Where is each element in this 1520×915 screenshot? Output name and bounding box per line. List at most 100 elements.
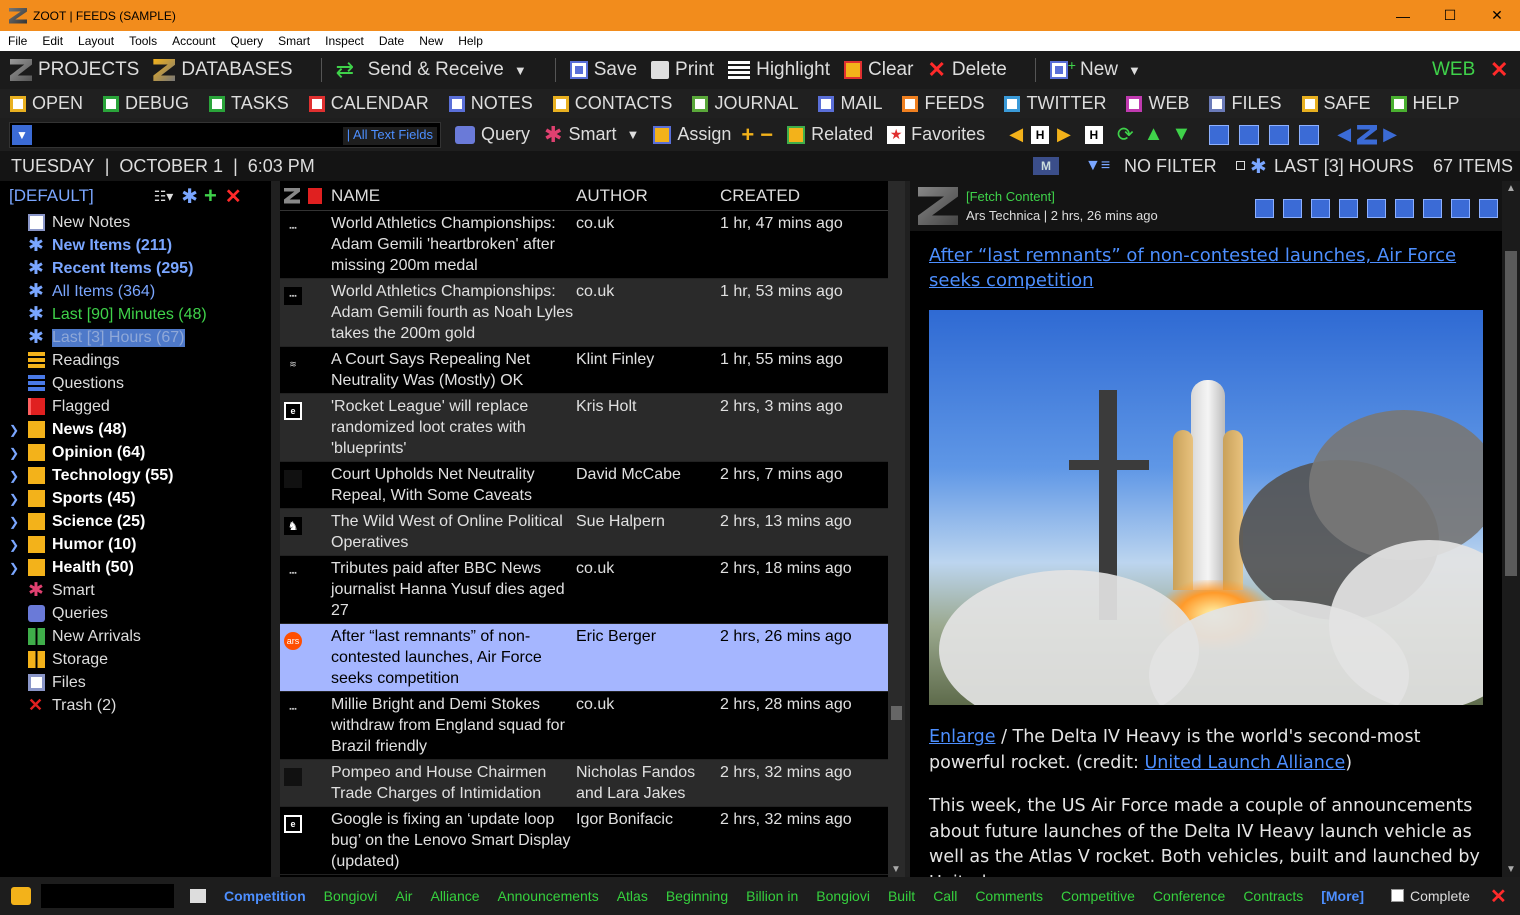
databases-button[interactable]: DATABASES xyxy=(153,59,293,81)
table-row[interactable]: e 'Rocket League' will replace randomized… xyxy=(280,394,888,462)
tag-icon[interactable] xyxy=(11,887,31,905)
mail-m-icon[interactable]: M xyxy=(1033,157,1059,175)
tree-item[interactable]: ✱ Last [90] Minutes (48) xyxy=(0,303,271,326)
tree-header-label[interactable]: [DEFAULT] xyxy=(9,186,94,206)
list-scroll-thumb[interactable] xyxy=(891,706,902,720)
filter-icon[interactable]: ▼ xyxy=(12,124,32,145)
tree-item[interactable]: ❯ News (48) xyxy=(0,418,271,441)
table-row[interactable]: ♞ The Wild West of Online Political Opera… xyxy=(280,509,888,556)
tree-item[interactable]: New Arrivals xyxy=(0,625,271,648)
module-journal[interactable]: JOURNAL xyxy=(692,93,798,114)
h-first-icon[interactable]: H xyxy=(1031,125,1050,144)
keyword-link[interactable]: Beginning xyxy=(666,888,728,904)
tree-item[interactable]: Files xyxy=(0,671,271,694)
h-menu-icon[interactable]: H xyxy=(1084,125,1103,144)
table-row[interactable]: ars After “last remnants” of non-conteste… xyxy=(280,624,888,692)
reader-scroll-down-icon[interactable]: ▼ xyxy=(1506,864,1516,875)
keyword-link[interactable]: Alliance xyxy=(430,888,479,904)
tree-item[interactable]: ✱ Smart xyxy=(0,579,271,602)
tree-item[interactable]: New Notes xyxy=(0,211,271,234)
reader-scroll-up-icon[interactable]: ▲ xyxy=(1506,183,1516,194)
clear-button[interactable]: Clear xyxy=(844,59,913,81)
keyword-comment-icon[interactable] xyxy=(190,889,206,903)
menu-item-new[interactable]: New xyxy=(411,34,450,48)
module-feeds[interactable]: FEEDS xyxy=(902,93,984,114)
module-contacts[interactable]: CONTACTS xyxy=(552,93,672,114)
menu-item-layout[interactable]: Layout xyxy=(70,34,121,48)
chevron-down-icon[interactable]: ▼ xyxy=(514,63,527,78)
chevron-right-icon[interactable]: ❯ xyxy=(9,515,19,529)
assign-add-icon[interactable]: + xyxy=(741,122,754,148)
keyword-link[interactable]: Atlas xyxy=(617,888,648,904)
down-arrow-icon[interactable]: ▼ xyxy=(1171,123,1191,146)
module-twitter[interactable]: TWITTER xyxy=(1004,93,1106,114)
module-open[interactable]: OPEN xyxy=(10,93,83,114)
menu-item-account[interactable]: Account xyxy=(164,34,222,48)
table-row[interactable]: e Google is fixing an ‘update loop bug’ o… xyxy=(280,807,888,875)
reader-list-icon[interactable] xyxy=(1451,199,1470,218)
tree-item[interactable]: ❯ Opinion (64) xyxy=(0,441,271,464)
scroll-down-icon[interactable]: ▼ xyxy=(891,864,901,875)
chevron-down-icon[interactable]: ▼ xyxy=(626,127,639,142)
chevron-right-icon[interactable]: ❯ xyxy=(9,469,19,483)
table-row[interactable]: ▪▪▪ Millie Bright and Demi Stokes withdra… xyxy=(280,692,888,760)
keyword-link[interactable]: Bongiovi xyxy=(816,888,870,904)
table-row[interactable]: ▪▪▪ Tributes paid after BBC News journali… xyxy=(280,556,888,624)
search-scope-label[interactable]: | All Text Fields xyxy=(342,126,437,145)
layout-grid-icon[interactable] xyxy=(1209,124,1230,145)
new-button[interactable]: + New ▼ xyxy=(1049,57,1141,81)
save-button[interactable]: Save xyxy=(569,59,637,81)
zoot-nav-icon[interactable] xyxy=(1357,124,1378,145)
tree-item[interactable]: ✱ New Items (211) xyxy=(0,234,271,257)
keyword-more-link[interactable]: [More] xyxy=(1321,888,1364,904)
send-receive-button[interactable]: ⇄ Send & Receive ▼ xyxy=(336,59,527,81)
module-notes[interactable]: NOTES xyxy=(448,93,533,114)
tree-item[interactable]: ❯ Humor (10) xyxy=(0,533,271,556)
nav-forward-icon[interactable]: ▶ xyxy=(1383,124,1397,145)
keyword-link[interactable]: Billion in xyxy=(746,888,798,904)
module-safe[interactable]: SAFE xyxy=(1301,93,1371,114)
tree-item[interactable]: ✱ Last [3] Hours (67) xyxy=(0,326,271,349)
module-files[interactable]: FILES xyxy=(1209,93,1282,114)
menu-item-edit[interactable]: Edit xyxy=(34,34,70,48)
filter-lines-icon[interactable]: ▼≡ xyxy=(1085,157,1110,175)
menu-item-smart[interactable]: Smart xyxy=(270,34,317,48)
tree-item[interactable]: Questions xyxy=(0,372,271,395)
left-splitter[interactable] xyxy=(271,181,280,877)
keyword-link[interactable]: Announcements xyxy=(498,888,599,904)
reader-window-icon[interactable] xyxy=(1339,199,1358,218)
range-label[interactable]: LAST [3] HOURS xyxy=(1274,156,1414,177)
layout-stack-icon[interactable] xyxy=(1269,124,1290,145)
refresh-icon[interactable]: ⟳ xyxy=(1117,122,1134,147)
table-row[interactable]: ≋ A Court Says Repealing Net Neutrality W… xyxy=(280,347,888,394)
chevron-right-icon[interactable]: ❯ xyxy=(9,423,19,437)
related-button[interactable]: Related xyxy=(787,124,873,145)
query-button[interactable]: Query xyxy=(455,124,530,145)
reader-scroll-thumb[interactable] xyxy=(1505,251,1517,576)
column-author[interactable]: AUTHOR xyxy=(576,186,720,206)
search-box[interactable]: ▼ | All Text Fields xyxy=(9,121,441,148)
reader-info-icon[interactable] xyxy=(1367,199,1386,218)
menu-item-help[interactable]: Help xyxy=(450,34,490,48)
print-button[interactable]: Print xyxy=(651,59,714,81)
module-help[interactable]: HELP xyxy=(1390,93,1460,114)
keyword-link[interactable]: Contracts xyxy=(1243,888,1303,904)
column-name[interactable]: NAME xyxy=(331,186,576,206)
projects-button[interactable]: PROJECTS xyxy=(10,59,139,81)
menu-item-date[interactable]: Date xyxy=(371,34,411,48)
reader-top-icon[interactable] xyxy=(1255,199,1274,218)
tree-item[interactable]: ✕ Trash (2) xyxy=(0,694,271,717)
assign-button[interactable]: Assign + − xyxy=(653,122,773,148)
module-calendar[interactable]: CALENDAR xyxy=(308,93,429,114)
delete-button[interactable]: ✕ Delete xyxy=(927,57,1006,83)
zoot-column-icon[interactable] xyxy=(284,187,300,204)
tree-item[interactable]: ❯ Technology (55) xyxy=(0,464,271,487)
reader-grid-icon[interactable] xyxy=(1283,199,1302,218)
no-filter-label[interactable]: NO FILTER xyxy=(1124,156,1217,177)
reader-pin-icon[interactable] xyxy=(1423,199,1442,218)
reader-edit-icon[interactable] xyxy=(1311,199,1330,218)
layout-full-icon[interactable] xyxy=(1299,124,1320,145)
tree-item[interactable]: Storage xyxy=(0,648,271,671)
smart-button[interactable]: ✱ Smart ▼ xyxy=(544,122,639,148)
tree-item[interactable]: ❯ Health (50) xyxy=(0,556,271,579)
